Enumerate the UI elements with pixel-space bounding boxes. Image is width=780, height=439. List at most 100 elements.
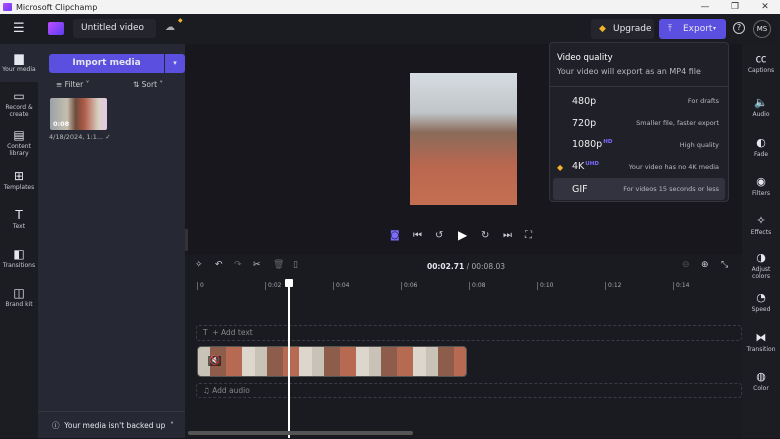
check-icon: ✓	[105, 133, 111, 141]
media-name-text: 4/18/2024, 1:1...	[49, 133, 104, 141]
quality-description: For drafts	[687, 97, 719, 105]
transition-icon: ⧓	[755, 331, 767, 344]
quality-text: 720p	[572, 117, 597, 129]
forward-5-icon[interactable]: ↻	[481, 230, 489, 241]
video-preview[interactable]	[410, 73, 517, 205]
duration-badge: 0:08	[53, 120, 70, 128]
nav-your-media-active[interactable]: ▆ Your media	[0, 51, 38, 73]
export-option-480p[interactable]: 480p For drafts	[553, 90, 725, 112]
nav-record-create[interactable]: ▭ Record & create	[0, 89, 38, 118]
backup-notice[interactable]: ⓘ Your media isn't backed up ˄	[38, 411, 185, 438]
media-name: 4/18/2024, 1:1... ✓	[49, 133, 111, 141]
magic-icon[interactable]: ✧	[195, 260, 203, 270]
nav-fade[interactable]: ◐ Fade	[742, 136, 780, 158]
nav-label: Your media	[2, 66, 36, 73]
transitions-icon: ◧	[13, 247, 25, 261]
backup-notice-text: Your media isn't backed up	[64, 421, 166, 430]
zoom-out-icon[interactable]: ⊖	[682, 260, 690, 270]
add-audio-label: Add audio	[212, 386, 250, 395]
playhead[interactable]	[285, 279, 294, 438]
cloud-off-icon[interactable]: ☁	[165, 22, 175, 33]
nav-color[interactable]: ◍ Color	[742, 370, 780, 392]
nav-audio[interactable]: 🔈 Audio	[742, 96, 780, 118]
divider	[550, 86, 728, 87]
quality-label: GIF	[572, 184, 588, 195]
nav-filters[interactable]: ◉ Filters	[742, 175, 780, 197]
export-quality-menu: Video quality Your video will export as …	[549, 42, 729, 202]
time-tick: 0:10	[537, 282, 553, 290]
left-nav: ▆Your media ▭Record & create ▤Content li…	[0, 44, 38, 438]
templates-icon: ⊞	[13, 169, 25, 183]
redo-icon[interactable]: ↷	[234, 260, 242, 270]
zoom-in-icon[interactable]: ⊕	[701, 260, 709, 270]
nav-label: Adjust colors	[751, 266, 771, 280]
export-option-4k[interactable]: ◆ 4KUHD Your video has no 4K media	[553, 156, 725, 178]
fit-timeline-icon[interactable]: ⤡	[721, 260, 728, 270]
nav-transition[interactable]: ⧓ Transition	[742, 331, 780, 353]
nav-brand-kit[interactable]: ◫ Brand kit	[0, 286, 38, 308]
sort-button[interactable]: ⇅ Sort ˅	[133, 80, 163, 89]
timeline: ✧ ↶ ↷ ✂ 🗑 ▯ 00:02.71 / 00:08.03 ⊖ ⊕ ⤡ 00…	[185, 255, 742, 438]
hamburger-menu-icon[interactable]: ☰	[13, 22, 25, 35]
undo-icon[interactable]: ↶	[215, 260, 223, 270]
play-icon[interactable]: ▶	[458, 228, 467, 242]
time-tick: 0:04	[333, 282, 349, 290]
cut-icon[interactable]: ✂	[253, 260, 261, 270]
nav-label: Transition	[746, 346, 776, 353]
filter-label: Filter	[64, 80, 84, 89]
color-icon: ◍	[756, 370, 766, 383]
minimize-button[interactable]: —	[690, 0, 720, 14]
chevron-down-icon: ▾	[713, 25, 717, 32]
quality-badge: HD	[603, 139, 613, 146]
add-text-track[interactable]: T + Add text	[196, 325, 742, 341]
nav-label: Transitions	[2, 262, 36, 269]
horizontal-scrollbar[interactable]	[188, 431, 413, 435]
close-button[interactable]: ✕	[750, 0, 780, 14]
import-media-button[interactable]: Import media	[49, 54, 164, 73]
right-properties-nav: ㏄ Captions 🔈 Audio ◐ Fade ◉ Filters ✧ Effects ◑ Adj…	[742, 44, 780, 438]
skip-back-icon[interactable]: ⏮	[413, 230, 422, 241]
collapse-left-handle[interactable]	[185, 229, 188, 251]
nav-speed[interactable]: ◔ Speed	[742, 291, 780, 313]
upgrade-button[interactable]: ◆ Upgrade	[591, 19, 654, 39]
help-button[interactable]: ?	[733, 22, 745, 34]
text-icon: T	[15, 208, 23, 222]
maximize-button[interactable]: ❐	[720, 0, 750, 14]
export-option-720p[interactable]: 720p Smaller file, faster export	[553, 112, 725, 134]
save-frame-icon[interactable]: ▯	[293, 260, 298, 270]
nav-effects[interactable]: ✧ Effects	[742, 214, 780, 236]
nav-label: Record & create	[5, 104, 33, 118]
export-option-gif[interactable]: GIF For videos 15 seconds or less	[553, 178, 725, 200]
project-name-input[interactable]: Untitled video	[73, 19, 156, 38]
time-tick: 0:06	[401, 282, 417, 290]
rewind-5-icon[interactable]: ↺	[435, 230, 443, 241]
export-button[interactable]: ⤒ Export ▾	[659, 19, 726, 39]
fullscreen-icon[interactable]: ⛶	[525, 230, 532, 241]
nav-templates[interactable]: ⊞ Templates	[0, 169, 38, 191]
avatar[interactable]: MS	[753, 20, 771, 38]
quality-description: Smaller file, faster export	[636, 119, 719, 127]
window-titlebar: Microsoft Clipchamp — ❐ ✕	[0, 0, 780, 14]
nav-content-library[interactable]: ▤ Content library	[0, 128, 38, 157]
add-audio-track[interactable]: ♫ Add audio	[196, 383, 742, 398]
filter-button[interactable]: ≡ Filter ˅	[56, 80, 89, 89]
quality-label: 1080pHD	[572, 139, 612, 150]
nav-transitions[interactable]: ◧ Transitions	[0, 247, 38, 269]
nav-adjust-colors[interactable]: ◑ Adjust colors	[742, 251, 780, 280]
video-clip[interactable]: 🔇	[197, 346, 467, 377]
import-options-dropdown[interactable]: ▾	[165, 54, 185, 73]
playhead-handle[interactable]	[285, 279, 294, 287]
snapshot-icon[interactable]: ◙	[390, 230, 400, 241]
time-tick: 0:12	[605, 282, 621, 290]
quality-description: High quality	[679, 141, 719, 149]
export-label: Export	[683, 24, 713, 34]
media-thumbnail[interactable]: 0:08	[50, 98, 107, 130]
delete-icon[interactable]: 🗑	[273, 260, 284, 270]
export-option-1080p[interactable]: 1080pHD High quality	[553, 134, 725, 156]
nav-captions[interactable]: ㏄ Captions	[742, 52, 780, 74]
nav-text[interactable]: T Text	[0, 208, 38, 230]
mute-icon[interactable]: 🔇	[208, 356, 222, 366]
skip-forward-icon[interactable]: ⏭	[503, 230, 512, 241]
time-display: 00:02.71 / 00:08.03	[427, 262, 505, 271]
nav-label: Color	[753, 385, 769, 392]
